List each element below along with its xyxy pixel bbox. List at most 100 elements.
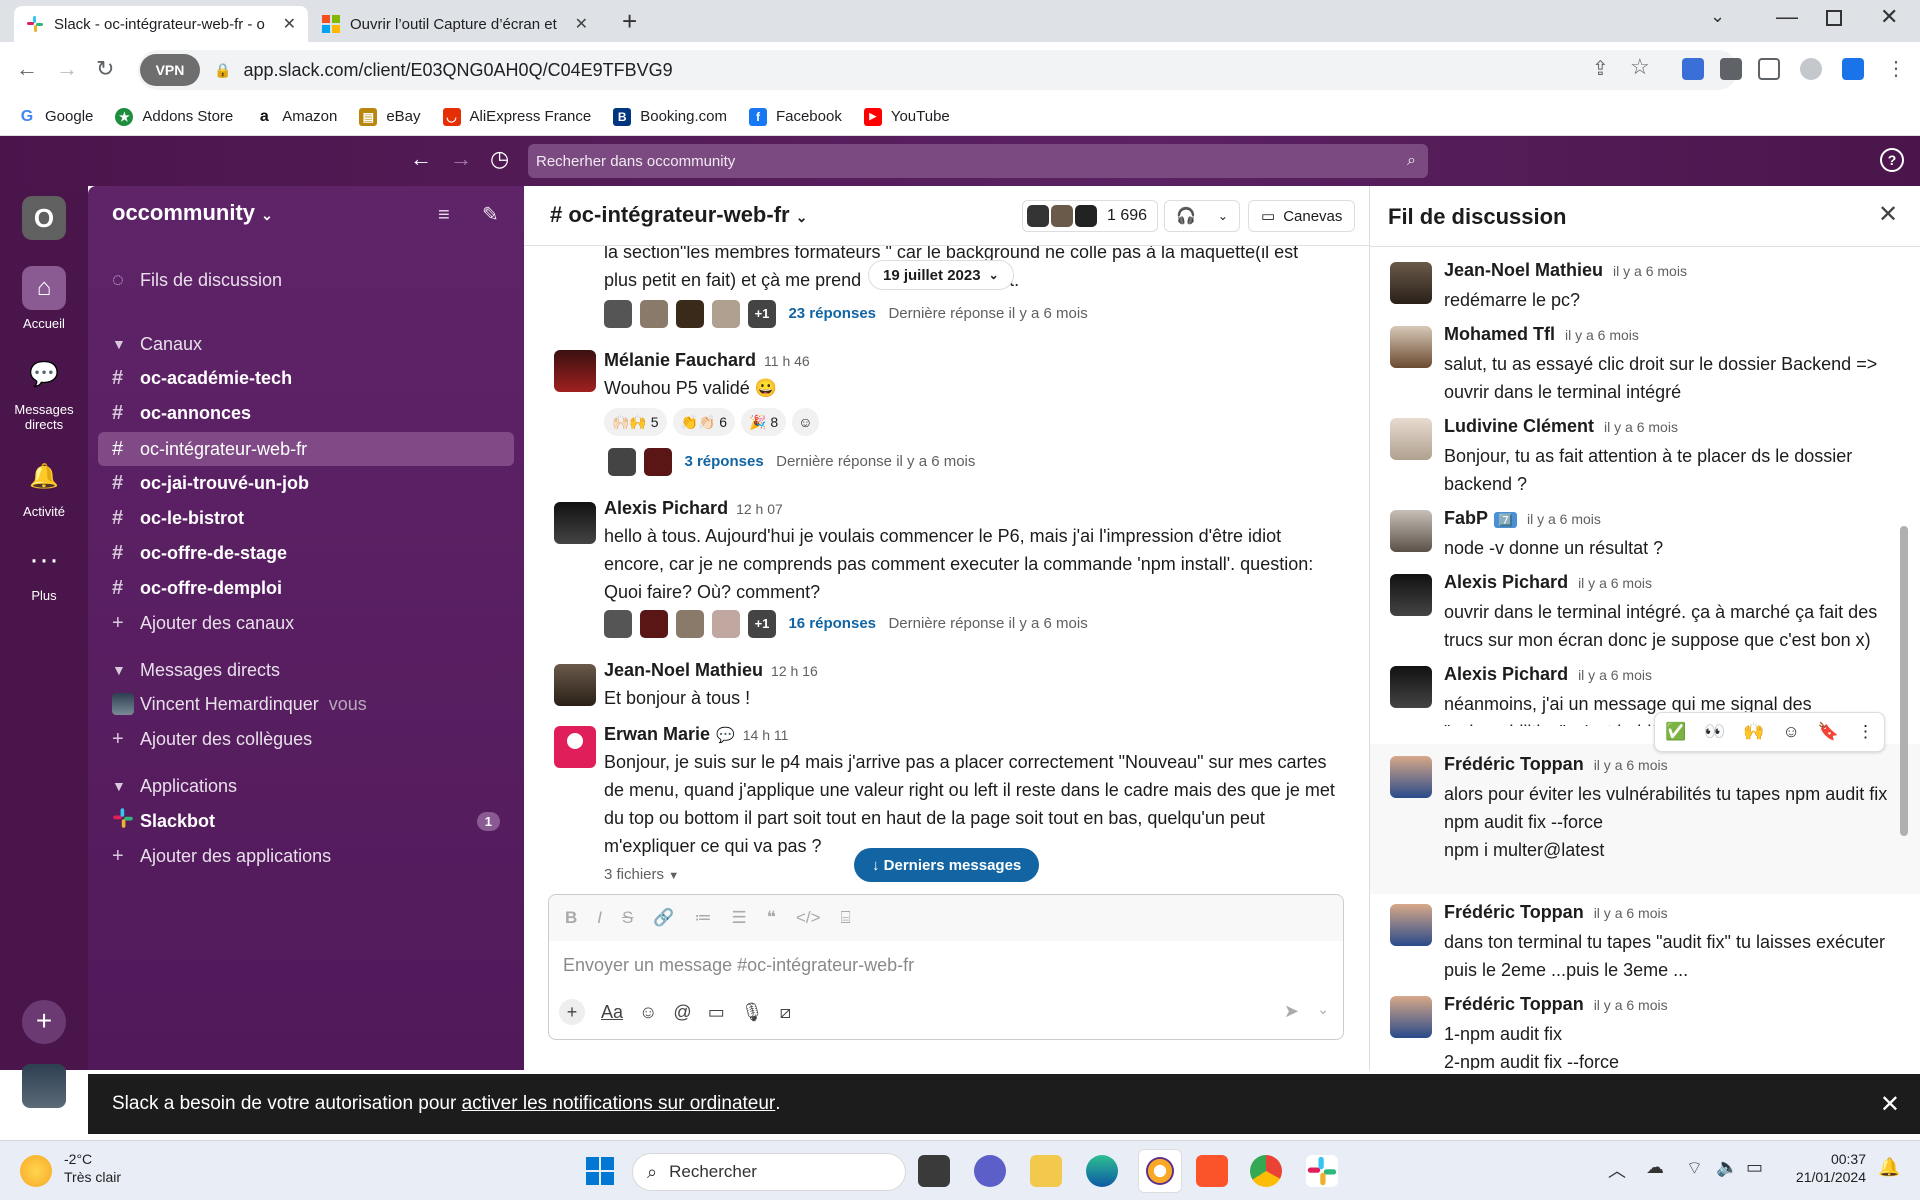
quote-icon[interactable]: ❝: [767, 908, 776, 928]
more-actions-icon[interactable]: ⋮: [1857, 722, 1874, 742]
author-name[interactable]: Frédéric Toppan: [1444, 754, 1584, 774]
bookmark-ebay[interactable]: ▤ eBay: [359, 107, 421, 126]
code-icon[interactable]: </>: [796, 908, 821, 928]
huddle-button[interactable]: 🎧 ⌄: [1164, 200, 1240, 232]
enable-notifications-link[interactable]: activer les notifications sur ordinateur: [462, 1093, 776, 1115]
tab-capture[interactable]: Ouvrir l’outil Capture d’écran et ✕: [310, 6, 600, 42]
weather-widget[interactable]: -2°C Très clair: [64, 1151, 121, 1185]
side-panel-icon[interactable]: [1758, 58, 1780, 80]
video-icon[interactable]: ▭: [708, 1002, 725, 1023]
history-forward-icon[interactable]: →: [450, 146, 472, 172]
send-icon[interactable]: ➤: [1284, 1001, 1299, 1022]
tab-slack[interactable]: Slack - oc-intégrateur-web-fr - o ✕: [14, 6, 308, 42]
author-name[interactable]: FabP: [1444, 508, 1488, 528]
code-block-icon[interactable]: ⌸: [841, 908, 851, 928]
strike-icon[interactable]: S: [622, 908, 633, 928]
bookmark-facebook[interactable]: f Facebook: [748, 107, 842, 126]
date-divider[interactable]: 19 juillet 2023 ⌄: [868, 260, 1014, 290]
teams-icon[interactable]: [974, 1155, 1006, 1187]
author-name[interactable]: Jean-Noel Mathieu: [604, 660, 763, 680]
add-reaction-icon[interactable]: ☺: [1783, 722, 1800, 742]
mention-icon[interactable]: @: [673, 1002, 691, 1023]
latest-messages-button[interactable]: ↓ Derniers messages: [854, 848, 1040, 882]
sidebar-item-oc-academie-tech[interactable]: # oc-académie-tech: [98, 362, 514, 394]
add-colleagues-button[interactable]: + Ajouter des collègues: [98, 723, 514, 755]
extension-check-icon[interactable]: [1842, 58, 1864, 80]
replies-link[interactable]: 16 réponses: [788, 615, 876, 632]
browser-menu-icon[interactable]: ⋮: [1886, 56, 1906, 81]
apps-section-header[interactable]: ▼ Applications: [98, 770, 514, 802]
taskbar-search[interactable]: ⌕ Rechercher: [632, 1153, 906, 1191]
formatting-icon[interactable]: Aa: [601, 1002, 623, 1023]
thread-reply-hovered[interactable]: Frédéric Toppan il y a 6 mois alors pour …: [1370, 744, 1920, 894]
react-raised-hands-icon[interactable]: 🙌: [1743, 722, 1764, 742]
author-name[interactable]: Alexis Pichard: [1444, 572, 1568, 592]
sidebar-item-oc-offre-de-stage[interactable]: # oc-offre-de-stage: [98, 537, 514, 569]
bullet-list-icon[interactable]: ☰: [732, 908, 747, 928]
close-window-icon[interactable]: ✕: [1880, 4, 1898, 30]
thread-summary[interactable]: 3 réponses Dernière réponse il y a 6 moi…: [608, 448, 975, 476]
italic-icon[interactable]: I: [597, 908, 602, 928]
channel-title[interactable]: # oc-intégrateur-web-fr ⌄: [550, 202, 807, 228]
wifi-icon[interactable]: ⌔: [1686, 1157, 1703, 1180]
react-eyes-icon[interactable]: 👀: [1704, 722, 1725, 742]
author-name[interactable]: Jean-Noel Mathieu: [1444, 260, 1603, 280]
bookmark-star-icon[interactable]: ☆: [1630, 54, 1650, 80]
dm-item-vincent[interactable]: Vincent Hemardinquer vous: [98, 688, 514, 720]
slash-command-icon[interactable]: ⧄: [780, 1002, 791, 1023]
channels-section-header[interactable]: ▼ Canaux: [98, 328, 514, 360]
bookmark-google[interactable]: G Google: [18, 107, 93, 126]
workspace-search[interactable]: Recherher dans occommunity ⌕: [528, 144, 1428, 178]
user-avatar[interactable]: [22, 1064, 66, 1108]
profile-icon[interactable]: [1800, 58, 1822, 80]
close-tab-icon[interactable]: ✕: [283, 14, 296, 34]
replies-link[interactable]: 23 réponses: [788, 305, 876, 322]
ordered-list-icon[interactable]: ≔: [695, 908, 712, 928]
composer-input[interactable]: Envoyer un message #oc-intégrateur-web-f…: [563, 955, 914, 976]
bookmark-icon[interactable]: 🔖: [1818, 722, 1839, 742]
author-name[interactable]: Mohamed Tfl: [1444, 324, 1555, 344]
replies-link[interactable]: 3 réponses: [684, 453, 763, 470]
sidebar-item-oc-jai-trouve-un-job[interactable]: # oc-jai-trouvé-un-job: [98, 467, 514, 499]
maximize-icon[interactable]: [1826, 10, 1842, 26]
bookmark-booking[interactable]: B Booking.com: [613, 107, 727, 126]
sidebar-item-oc-offre-demploi[interactable]: # oc-offre-demploi: [98, 572, 514, 604]
reaction-pill[interactable]: 🎉 8: [741, 408, 787, 436]
emoji-icon[interactable]: ☺: [639, 1002, 657, 1023]
members-button[interactable]: 1 696: [1022, 200, 1159, 232]
minimize-icon[interactable]: —: [1776, 4, 1798, 30]
attach-plus-icon[interactable]: +: [559, 999, 585, 1025]
link-icon[interactable]: 🔗: [653, 908, 674, 928]
windows-start-icon[interactable]: [586, 1157, 614, 1190]
bold-icon[interactable]: B: [565, 908, 577, 928]
reload-icon[interactable]: ↻: [96, 56, 114, 82]
add-workspace-icon[interactable]: +: [22, 1000, 66, 1044]
volume-icon[interactable]: 🔈: [1716, 1157, 1738, 1178]
add-channels-button[interactable]: + Ajouter des canaux: [98, 607, 514, 639]
close-thread-icon[interactable]: ✕: [1878, 200, 1898, 229]
thread-summary[interactable]: +1 23 réponses Dernière réponse il y a 6…: [604, 300, 1088, 328]
brave-icon[interactable]: [1196, 1155, 1228, 1187]
sidebar-item-oc-integrateur-web-fr[interactable]: # oc-intégrateur-web-fr: [98, 432, 514, 466]
timestamp[interactable]: 14 h 11: [743, 727, 789, 743]
rail-activity[interactable]: 🔔 Activité: [0, 454, 88, 520]
active-app-icon[interactable]: [1138, 1149, 1182, 1193]
add-reaction-icon[interactable]: ☺: [792, 408, 819, 436]
new-tab-icon[interactable]: +: [622, 6, 637, 37]
file-explorer-icon[interactable]: [1030, 1155, 1062, 1187]
canvas-button[interactable]: ▭ Canevas: [1248, 200, 1356, 232]
dm-section-header[interactable]: ▼ Messages directs: [98, 654, 514, 686]
edge-icon[interactable]: [1086, 1155, 1118, 1187]
thread-summary[interactable]: +1 16 réponses Dernière réponse il y a 6…: [604, 610, 1088, 638]
scrollbar-thumb[interactable]: [1900, 526, 1908, 836]
forward-icon[interactable]: →: [56, 56, 78, 82]
vpn-badge[interactable]: VPN: [140, 54, 200, 86]
react-check-icon[interactable]: ✅: [1665, 722, 1686, 742]
workspace-name[interactable]: occommunity ⌄: [112, 200, 273, 226]
timestamp[interactable]: 12 h 16: [771, 663, 818, 679]
extension-shield-icon[interactable]: [1682, 58, 1704, 80]
compose-icon[interactable]: ✎: [482, 202, 499, 227]
workspace-switcher[interactable]: O: [0, 196, 88, 246]
author-name[interactable]: Alexis Pichard: [1444, 664, 1568, 684]
author-name[interactable]: Erwan Marie: [604, 724, 710, 744]
